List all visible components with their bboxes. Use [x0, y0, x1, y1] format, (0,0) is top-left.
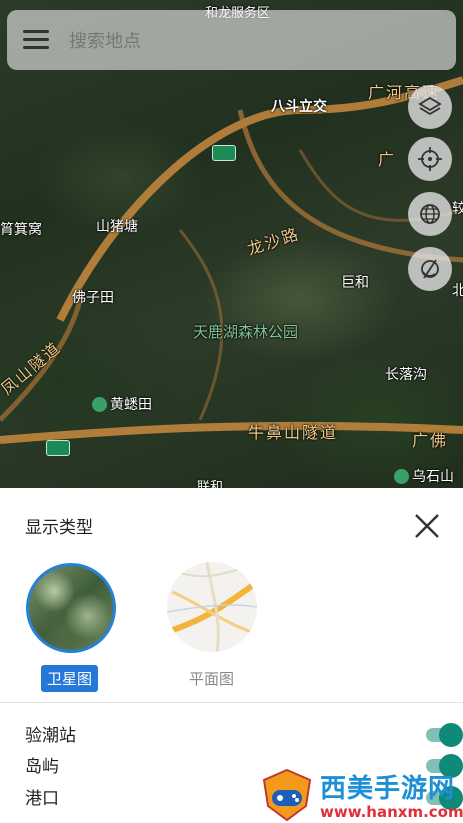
toggle-tide-station[interactable]: [426, 723, 463, 747]
locate-icon: [418, 147, 442, 171]
satellite-map[interactable]: 和龙服务区 广河高速 八斗立交 广 筲箕窝 山猪塘 龙沙路 北 较 巨和 佛子田…: [0, 0, 463, 488]
globe-icon: [420, 204, 440, 224]
map-roads: [0, 76, 463, 444]
map-label-place: 北: [452, 283, 463, 299]
watermark-title: 西美手游网: [320, 774, 456, 804]
view-tilt-button[interactable]: [408, 247, 452, 291]
map-label-interchange: 八斗立交: [271, 99, 327, 115]
toggle-label-ports: 港口: [25, 789, 59, 809]
locate-button[interactable]: [408, 137, 452, 181]
map-label-place: 山猪塘: [96, 219, 138, 235]
layers-icon: [418, 96, 442, 116]
map-poi[interactable]: 乌石山: [394, 466, 454, 486]
map-label-place: 长落沟: [385, 367, 427, 383]
map-label-place: 较: [452, 201, 463, 217]
map-label-road: 广佛: [412, 431, 449, 450]
map-label-place: 佛子田: [72, 290, 114, 306]
poi-pin-icon: [92, 396, 107, 412]
toggle-label-islands: 岛屿: [25, 757, 59, 777]
poi-label: 乌石山: [412, 469, 454, 485]
map-label-road: 广: [378, 150, 397, 169]
divider: [0, 702, 463, 703]
map-label-place: 联和: [197, 480, 224, 488]
map-label-park: 天鹿湖森林公园: [193, 323, 299, 341]
close-icon[interactable]: [411, 510, 443, 542]
sheet-title: 显示类型: [25, 518, 93, 538]
watermark-url: www.hanxm.com: [320, 803, 463, 821]
map-poi[interactable]: 黄蟋田: [92, 394, 152, 414]
layers-button[interactable]: [408, 85, 452, 129]
menu-icon[interactable]: [23, 30, 49, 50]
search-bar[interactable]: 搜索地点: [7, 10, 456, 70]
poi-pin-icon: [394, 468, 409, 484]
search-input[interactable]: 搜索地点: [69, 27, 141, 53]
globe-button[interactable]: [408, 192, 452, 236]
view-tilt-icon: [421, 259, 439, 279]
toggle-label-tide-station: 验潮站: [25, 726, 76, 746]
map-label-tunnel: 牛鼻山隧道: [248, 423, 339, 442]
poi-label: 黄蟋田: [110, 397, 152, 413]
gamepad-shield-icon: [262, 768, 312, 822]
flat-map-type-label[interactable]: 平面图: [189, 668, 234, 689]
highway-shield: [46, 440, 70, 456]
satellite-type-label[interactable]: 卫星图: [41, 665, 99, 692]
map-label-place: 筲箕窝: [0, 222, 42, 238]
flat-map-preview: [167, 562, 257, 652]
satellite-type-option[interactable]: [26, 563, 116, 653]
highway-shield: [212, 145, 236, 161]
watermark: 西美手游网 www.hanxm.com: [258, 766, 463, 823]
flat-map-type-option[interactable]: [167, 562, 257, 652]
map-label-place: 巨和: [341, 275, 369, 291]
